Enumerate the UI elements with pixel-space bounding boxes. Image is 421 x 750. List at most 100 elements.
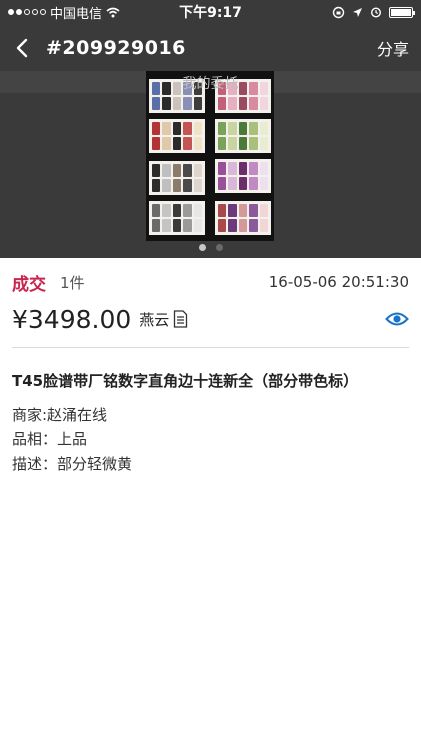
- back-button[interactable]: [4, 24, 40, 71]
- stamp-tile: [249, 219, 258, 232]
- status-label: 成交: [12, 274, 46, 295]
- stamp-tile: [218, 219, 227, 232]
- stamp-tile: [152, 137, 161, 150]
- eye-icon[interactable]: [385, 311, 409, 327]
- page-dot: [215, 244, 223, 251]
- product-image[interactable]: [146, 71, 274, 241]
- stamp-tile: [259, 97, 268, 110]
- stamp-tile: [172, 219, 182, 232]
- stamp-tile: [259, 122, 268, 135]
- stamp-tile: [228, 122, 237, 135]
- status-left: 中国电信: [8, 3, 158, 22]
- stamp-tile: [228, 204, 237, 217]
- stamp-tile: [162, 204, 171, 217]
- price-row: ¥3498.00 燕云: [12, 302, 409, 336]
- stamp-tile: [238, 204, 248, 217]
- stamp-tile: [172, 122, 182, 135]
- wifi-icon: [106, 7, 120, 17]
- stamp-tile: [183, 219, 192, 232]
- stamp-tile: [218, 204, 227, 217]
- stamp-tile: [152, 97, 161, 110]
- stamp-tile: [238, 97, 248, 110]
- stamp-sheet: [149, 201, 205, 235]
- stamp-tile: [183, 204, 192, 217]
- condition-label: 品相：上品: [12, 430, 88, 448]
- stamp-tile: [238, 219, 248, 232]
- page-title: #209929016: [46, 36, 186, 59]
- stamp-tile: [218, 122, 227, 135]
- stamp-tile: [152, 122, 161, 135]
- stamp-tile: [183, 122, 192, 135]
- status-bar: 中国电信 下午9:17: [0, 0, 421, 24]
- stamp-tile: [172, 179, 182, 192]
- stamp-tile: [238, 137, 248, 150]
- clock: 下午9:17: [179, 5, 242, 21]
- stamp-tile: [172, 204, 182, 217]
- image-gallery[interactable]: 我的委托: [0, 71, 421, 258]
- stamp-tile: [259, 177, 268, 190]
- carrier-label: 中国电信: [50, 6, 103, 22]
- nav-bar: #209929016 分享: [0, 24, 421, 71]
- order-status-row: 成交 1件 16-05-06 20:51:30: [12, 270, 409, 295]
- stamp-tile: [218, 162, 227, 175]
- divider: [12, 347, 409, 348]
- stamp-sheet: [149, 161, 205, 195]
- stamp-tile: [183, 137, 192, 150]
- stamp-tile: [249, 137, 258, 150]
- merchant-label: 商家:赵涌在线: [12, 406, 108, 424]
- status-right: [263, 6, 415, 19]
- stamp-sheet: [215, 159, 271, 193]
- stamp-tile: [249, 162, 258, 175]
- description-label: 描述：部分轻微黄: [12, 455, 133, 473]
- stamp-tile: [193, 204, 202, 217]
- stamp-tile: [172, 164, 182, 177]
- stamp-tile: [162, 219, 171, 232]
- stamp-tile: [193, 137, 202, 150]
- stamp-tile: [249, 204, 258, 217]
- stamp-tile: [218, 177, 227, 190]
- share-button[interactable]: 分享: [377, 36, 409, 60]
- stamp-tile: [162, 179, 171, 192]
- rotation-lock-icon: [332, 6, 345, 18]
- stamp-tile: [238, 122, 248, 135]
- buyer-name: 燕云: [139, 310, 170, 329]
- stamp-tile: [162, 164, 171, 177]
- stamp-tile: [228, 219, 237, 232]
- stamp-sheet: [215, 119, 271, 153]
- stamp-tile: [249, 177, 258, 190]
- stamp-tile: [228, 177, 237, 190]
- stamp-tile: [152, 204, 161, 217]
- stamp-tile: [172, 97, 182, 110]
- stamp-tile: [228, 162, 237, 175]
- document-icon[interactable]: [173, 310, 188, 328]
- alarm-icon: [370, 7, 382, 18]
- stamp-tile: [249, 122, 258, 135]
- stamp-tile: [218, 97, 227, 110]
- stamp-tile: [193, 97, 202, 110]
- chevron-left-icon: [16, 38, 28, 57]
- stamp-tile: [162, 122, 171, 135]
- stamp-tile: [259, 162, 268, 175]
- page-dot-active: [198, 244, 206, 251]
- stamp-tile: [259, 204, 268, 217]
- stamp-tile: [193, 164, 202, 177]
- stamp-tile: [228, 137, 237, 150]
- stamp-tile: [193, 122, 202, 135]
- stamp-tile: [193, 179, 202, 192]
- signal-strength-icon: [8, 9, 46, 15]
- stamp-tile: [172, 137, 182, 150]
- stamp-tile: [249, 97, 258, 110]
- location-arrow-icon: [353, 7, 362, 17]
- stamp-tile: [183, 179, 192, 192]
- stamp-tile: [162, 97, 171, 110]
- stamp-sheet: [215, 201, 271, 235]
- stamp-tile: [218, 137, 227, 150]
- stamp-tile: [238, 177, 248, 190]
- stamp-tile: [238, 162, 248, 175]
- gallery-caption: 我的委托: [182, 76, 239, 92]
- stamp-tile: [259, 219, 268, 232]
- stamp-tile: [152, 164, 161, 177]
- stamp-tile: [183, 97, 192, 110]
- price-value: ¥3498.00: [12, 304, 132, 334]
- quantity-label: 1件: [60, 273, 85, 292]
